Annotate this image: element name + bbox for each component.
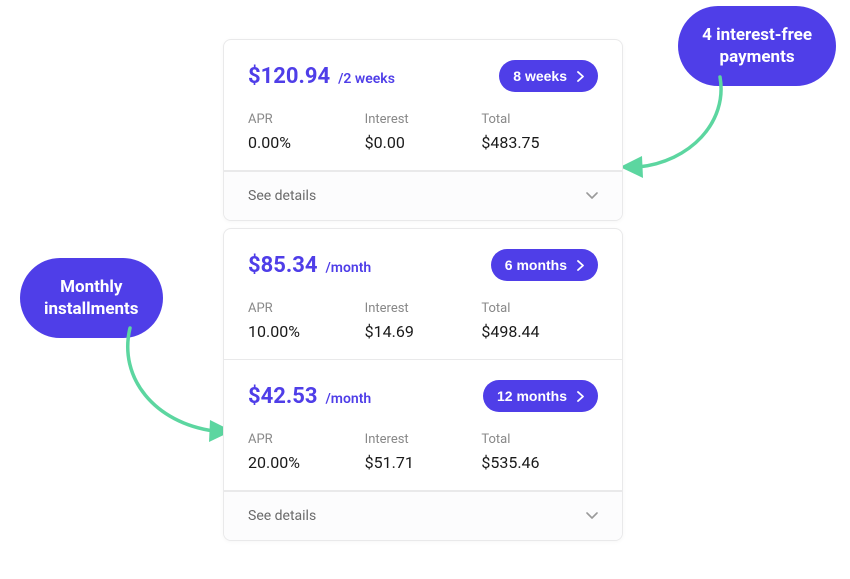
chevron-right-icon	[577, 71, 584, 82]
plan-card-interest-free: $120.94 /2 weeks 8 weeks APR 0.00% Inter…	[223, 39, 623, 221]
stat-total: Total $535.46	[481, 432, 598, 472]
plan-header: $120.94 /2 weeks 8 weeks	[248, 60, 598, 92]
plan-period: /month	[325, 260, 371, 276]
plan-amount: $120.94	[248, 64, 330, 89]
callout-monthly: Monthlyinstallments	[20, 258, 163, 338]
plan-duration-button[interactable]: 6 months	[491, 249, 598, 281]
stat-apr: APR 0.00%	[248, 112, 365, 152]
stat-total-label: Total	[481, 432, 598, 447]
stat-interest-value: $0.00	[365, 133, 482, 152]
see-details-toggle[interactable]: See details	[224, 171, 622, 220]
plan-amount: $85.34	[248, 253, 318, 278]
stat-interest-label: Interest	[365, 112, 482, 127]
callout-interest-free-text: 4 interest-freepayments	[702, 25, 812, 67]
plan-price: $85.34 /month	[248, 253, 371, 278]
stat-apr: APR 20.00%	[248, 432, 365, 472]
callout-interest-free: 4 interest-freepayments	[678, 6, 836, 86]
plan-duration-button[interactable]: 12 months	[483, 380, 598, 412]
see-details-toggle[interactable]: See details	[224, 491, 622, 540]
stat-interest-value: $14.69	[365, 322, 482, 341]
plan-period: /2 weeks	[338, 71, 395, 87]
stat-interest-label: Interest	[365, 432, 482, 447]
stat-interest: Interest $0.00	[365, 112, 482, 152]
stat-apr-value: 20.00%	[248, 453, 365, 472]
stat-apr-label: APR	[248, 301, 365, 316]
stat-total-value: $535.46	[481, 453, 598, 472]
plan-duration-label: 8 weeks	[513, 68, 567, 84]
plan-price: $42.53 /month	[248, 384, 371, 409]
arrow-monthly	[110, 323, 240, 443]
see-details-label: See details	[248, 188, 316, 204]
plan-option-6months: $85.34 /month 6 months APR 10.00% Intere…	[224, 229, 622, 360]
plan-duration-button[interactable]: 8 weeks	[499, 60, 598, 92]
stat-apr-value: 0.00%	[248, 133, 365, 152]
plan-period: /month	[325, 391, 371, 407]
plan-stats: APR 10.00% Interest $14.69 Total $498.44	[248, 301, 598, 341]
stat-total-label: Total	[481, 301, 598, 316]
stat-total: Total $498.44	[481, 301, 598, 341]
stat-total-label: Total	[481, 112, 598, 127]
stat-apr: APR 10.00%	[248, 301, 365, 341]
plan-amount: $42.53	[248, 384, 318, 409]
plan-duration-label: 12 months	[497, 388, 567, 404]
stat-interest: Interest $51.71	[365, 432, 482, 472]
plan-header: $85.34 /month 6 months	[248, 249, 598, 281]
chevron-right-icon	[577, 391, 584, 402]
plan-option-12months: $42.53 /month 12 months APR 20.00% Inter…	[224, 360, 622, 491]
stat-total-value: $483.75	[481, 133, 598, 152]
plan-price: $120.94 /2 weeks	[248, 64, 395, 89]
chevron-right-icon	[577, 260, 584, 271]
stat-interest-value: $51.71	[365, 453, 482, 472]
arrow-interest-free	[610, 72, 750, 182]
chevron-down-icon	[586, 192, 598, 200]
see-details-label: See details	[248, 508, 316, 524]
plan-header: $42.53 /month 12 months	[248, 380, 598, 412]
callout-monthly-text: Monthlyinstallments	[44, 277, 139, 319]
stat-apr-label: APR	[248, 112, 365, 127]
plan-card-monthly: $85.34 /month 6 months APR 10.00% Intere…	[223, 228, 623, 541]
plan-option-8weeks: $120.94 /2 weeks 8 weeks APR 0.00% Inter…	[224, 40, 622, 171]
stat-interest: Interest $14.69	[365, 301, 482, 341]
stat-total: Total $483.75	[481, 112, 598, 152]
stat-total-value: $498.44	[481, 322, 598, 341]
stat-interest-label: Interest	[365, 301, 482, 316]
stat-apr-value: 10.00%	[248, 322, 365, 341]
chevron-down-icon	[586, 512, 598, 520]
stat-apr-label: APR	[248, 432, 365, 447]
plan-stats: APR 20.00% Interest $51.71 Total $535.46	[248, 432, 598, 472]
plan-duration-label: 6 months	[505, 257, 567, 273]
plan-stats: APR 0.00% Interest $0.00 Total $483.75	[248, 112, 598, 152]
